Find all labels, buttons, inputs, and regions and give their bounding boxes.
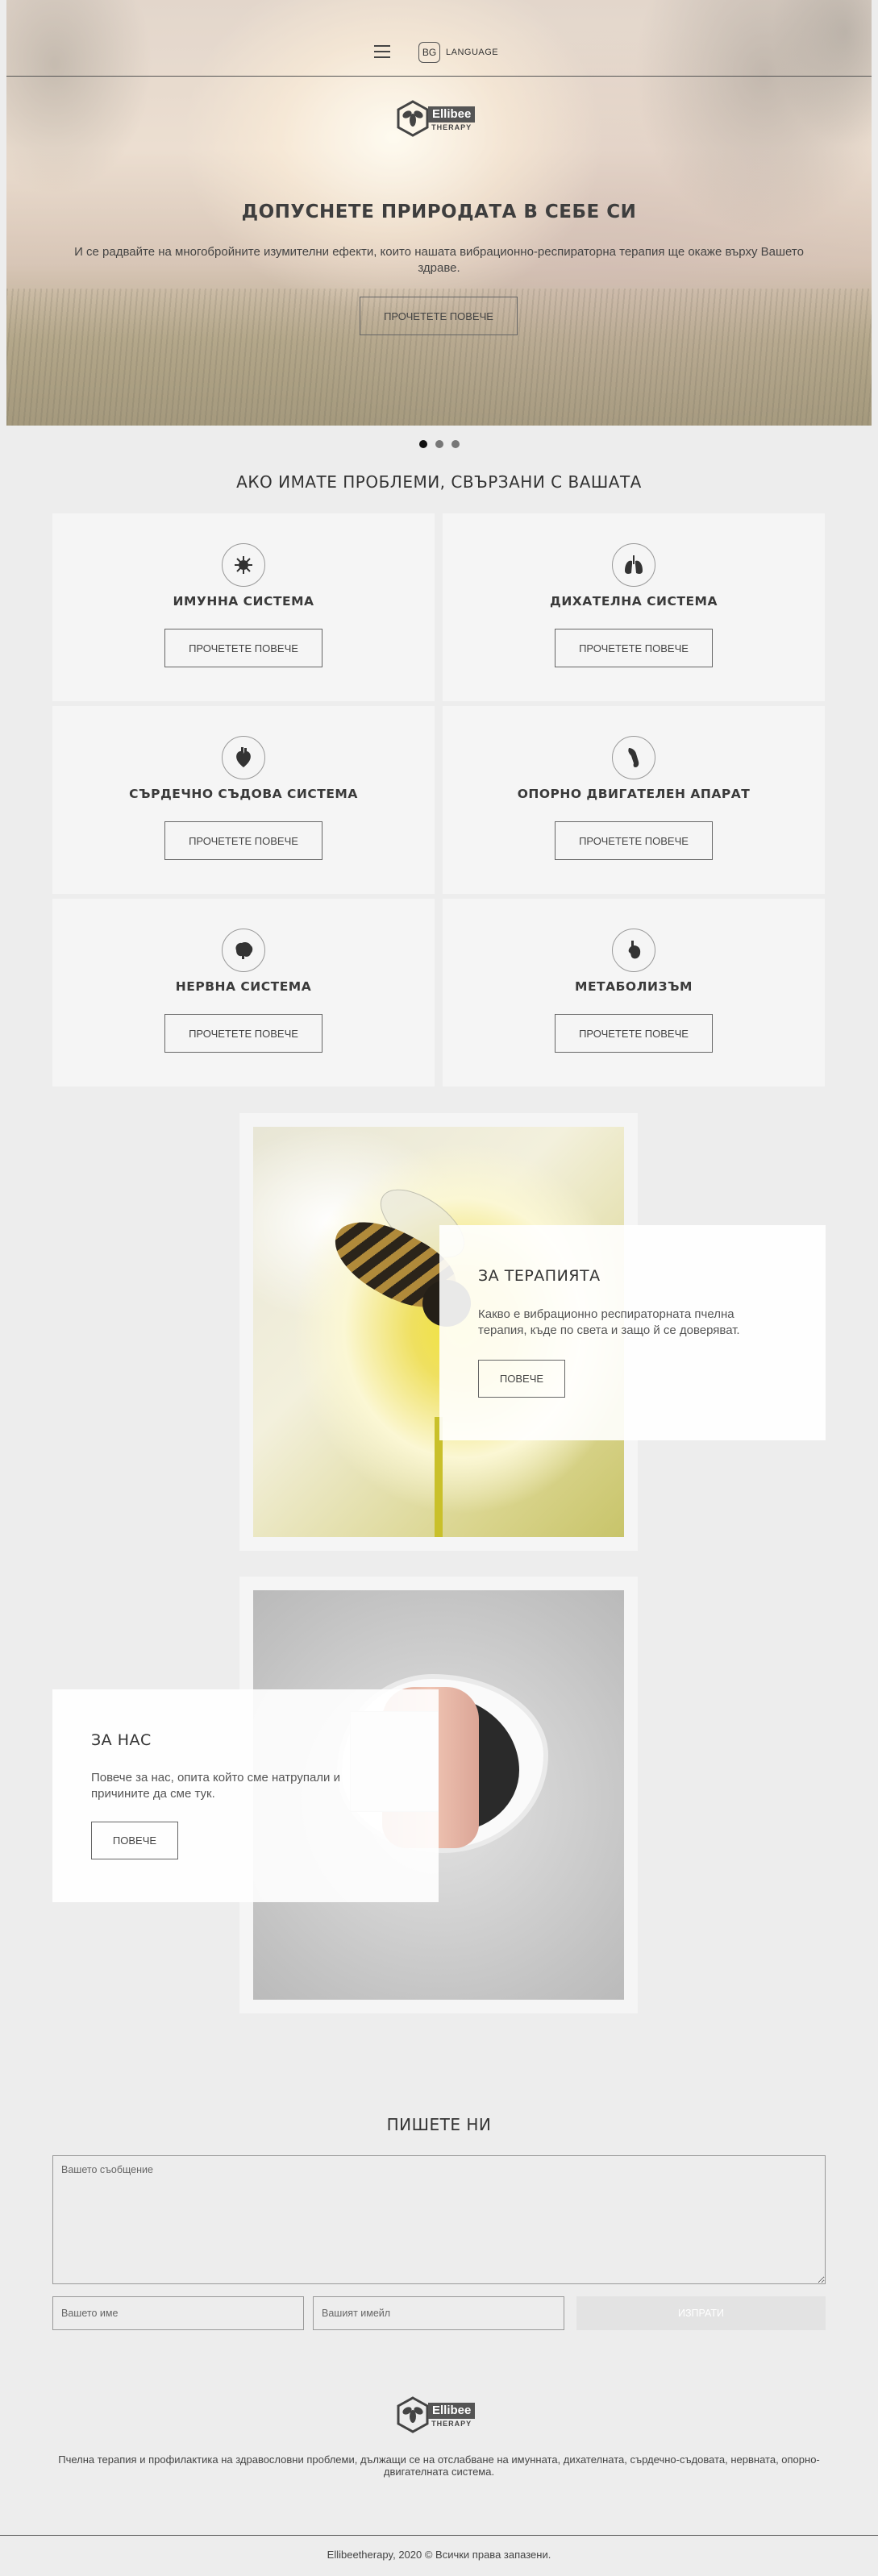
contact-section-title: ПИШЕТЕ НИ <box>386 2115 492 2134</box>
problem-card-respiratory: ДИХАТЕЛНА СИСТЕМА ПРОЧЕТЕТЕ ПОВЕЧЕ <box>443 513 825 701</box>
problem-card-title: НЕРВНА СИСТЕМА <box>175 979 312 994</box>
problem-card-title: ОПОРНО ДВИГАТЕЛЕН АПАРАТ <box>517 787 751 801</box>
hero-read-more-button[interactable]: ПРОЧЕТЕТЕ ПОВЕЧЕ <box>360 297 518 335</box>
copyright-text: Ellibeetherapy, 2020 © Всички права запа… <box>327 2549 551 2561</box>
problem-card-title: ИМУННА СИСТЕМА <box>173 594 314 609</box>
problem-card-title: МЕТАБОЛИЗЪМ <box>575 979 693 994</box>
problem-card-read-more-button[interactable]: ПРОЧЕТЕТЕ ПОВЕЧЕ <box>164 821 322 860</box>
logo-brand: Ellibee <box>428 106 476 123</box>
footer-logo[interactable]: Ellibee THERAPY <box>396 2396 476 2433</box>
logo-subtitle: THERAPY <box>431 123 472 131</box>
problem-card-title: СЪРДЕЧНО СЪДОВА СИСТЕМА <box>129 787 358 801</box>
footer-divider <box>0 2535 878 2536</box>
carousel-dot-2[interactable] <box>435 440 443 448</box>
therapy-title: ЗА ТЕРАПИЯТА <box>478 1267 601 1285</box>
name-input[interactable] <box>52 2296 304 2330</box>
problem-card-metabolism: МЕТАБОЛИЗЪМ ПРОЧЕТЕТЕ ПОВЕЧЕ <box>443 899 825 1086</box>
hero-title: ДОПУСНЕТЕ ПРИРОДАТА В СЕБЕ СИ <box>241 202 637 222</box>
carousel-dot-3[interactable] <box>451 440 460 448</box>
problem-card-read-more-button[interactable]: ПРОЧЕТЕТЕ ПОВЕЧЕ <box>164 629 322 667</box>
virus-icon <box>222 543 265 587</box>
problems-section-title: АКО ИМАТЕ ПРОБЛЕМИ, СВЪРЗАНИ С ВАШАТА <box>236 472 642 492</box>
hero-text: И се радвайте на многобройните изумителн… <box>74 245 804 275</box>
therapy-info-panel: ЗА ТЕРАПИЯТА Какво е вибрационно респира… <box>439 1225 826 1440</box>
hamburger-menu-icon[interactable] <box>374 45 390 58</box>
problem-card-immune: ИМУННА СИСТЕМА ПРОЧЕТЕТЕ ПОВЕЧЕ <box>52 513 435 701</box>
stomach-icon <box>612 929 655 972</box>
heart-icon <box>222 736 265 779</box>
message-textarea[interactable] <box>52 2155 826 2284</box>
therapy-more-button[interactable]: ПОВЕЧЕ <box>478 1360 565 1398</box>
about-text: Повече за нас, опита който сме натрупали… <box>91 1771 340 1801</box>
send-button[interactable]: ИЗПРАТИ <box>576 2296 826 2330</box>
problem-card-nervous: НЕРВНА СИСТЕМА ПРОЧЕТЕТЕ ПОВЕЧЕ <box>52 899 435 1086</box>
about-title: ЗА НАС <box>91 1731 152 1749</box>
email-input[interactable] <box>313 2296 564 2330</box>
carousel-dot-1[interactable] <box>419 440 427 448</box>
problem-card-read-more-button[interactable]: ПРОЧЕТЕТЕ ПОВЕЧЕ <box>555 1014 713 1053</box>
problem-card-read-more-button[interactable]: ПРОЧЕТЕТЕ ПОВЕЧЕ <box>164 1014 322 1053</box>
problem-card-title: ДИХАТЕЛНА СИСТЕМА <box>550 594 718 609</box>
problem-card-read-more-button[interactable]: ПРОЧЕТЕТЕ ПОВЕЧЕ <box>555 629 713 667</box>
bone-icon <box>612 736 655 779</box>
logo-brand: Ellibee <box>428 2402 476 2419</box>
bee-hexagon-logo-icon <box>397 100 429 137</box>
problem-card-cardiovascular: СЪРДЕЧНО СЪДОВА СИСТЕМА ПРОЧЕТЕТЕ ПОВЕЧЕ <box>52 706 435 894</box>
hero-logo[interactable]: Ellibee THERAPY <box>396 100 476 137</box>
language-code-badge: BG <box>418 42 440 63</box>
language-label: LANGUAGE <box>446 48 499 57</box>
therapy-text: Какво е вибрационно респираторната пчелн… <box>478 1307 740 1337</box>
problem-card-read-more-button[interactable]: ПРОЧЕТЕТЕ ПОВЕЧЕ <box>555 821 713 860</box>
bee-hexagon-logo-icon <box>397 2396 429 2433</box>
problem-card-musculoskeletal: ОПОРНО ДВИГАТЕЛЕН АПАРАТ ПРОЧЕТЕТЕ ПОВЕЧ… <box>443 706 825 894</box>
lungs-icon <box>612 543 655 587</box>
about-info-panel: ЗА НАС Повече за нас, опита който сме на… <box>52 1689 439 1902</box>
about-more-button[interactable]: ПОВЕЧЕ <box>91 1822 178 1859</box>
language-selector[interactable]: BG LANGUAGE <box>418 42 498 63</box>
hero-banner: BG LANGUAGE Ellibee THERAPY ДОПУСНЕТЕ ПР… <box>6 0 872 426</box>
footer-description: Пчелна терапия и профилактика на здравос… <box>58 2453 820 2478</box>
logo-subtitle: THERAPY <box>431 2419 472 2428</box>
brain-icon <box>222 929 265 972</box>
carousel-dots <box>419 440 460 448</box>
top-navigation: BG LANGUAGE <box>6 0 872 77</box>
